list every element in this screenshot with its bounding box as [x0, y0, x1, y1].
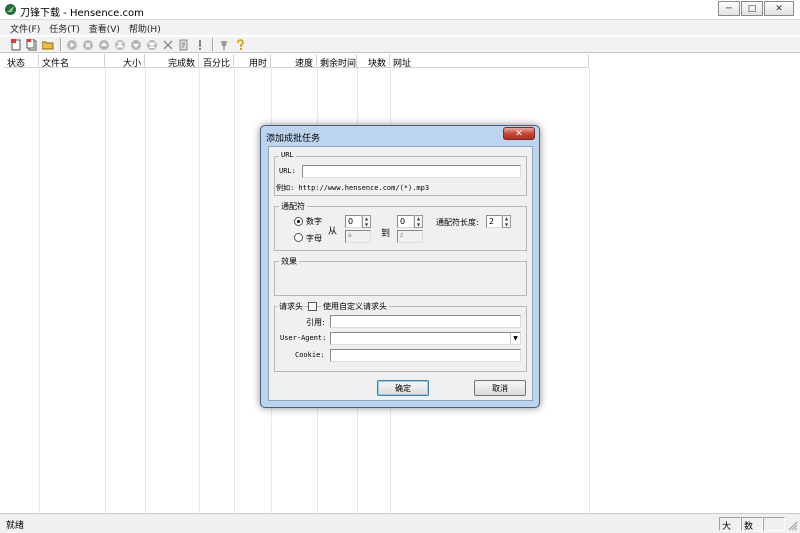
- wildcard-length-spinner[interactable]: ▲ ▼: [502, 215, 511, 228]
- status-bar: 就绪 大写 数字: [0, 513, 800, 533]
- column-speed[interactable]: 速度: [271, 54, 317, 68]
- move-bottom-icon[interactable]: [145, 38, 159, 52]
- menu-task[interactable]: 任务(T): [45, 20, 85, 35]
- url-group: URL URL: 例如: http://www.hensence.com/(*)…: [274, 151, 527, 196]
- menu-file[interactable]: 文件(F): [6, 20, 45, 35]
- help-icon[interactable]: [233, 38, 247, 52]
- to-digit-spinner[interactable]: ▲ ▼: [414, 215, 423, 228]
- wildcard-group: 通配符 数字 字母 从 0 ▲ ▼ a 到 0 ▲ ▼ z 通配符长度: 2 ▲ ▼: [274, 201, 527, 251]
- caps-indicator: 大写: [719, 517, 741, 532]
- status-text: 就绪: [6, 521, 25, 531]
- menu-view[interactable]: 查看(V): [85, 20, 125, 35]
- start-icon[interactable]: [65, 38, 79, 52]
- ok-button[interactable]: 确定: [377, 380, 429, 396]
- column-filename[interactable]: 文件名: [39, 54, 105, 68]
- cookie-label: Cookie:: [295, 351, 325, 359]
- cancel-button[interactable]: 取消: [474, 380, 526, 396]
- properties-icon[interactable]: [177, 38, 191, 52]
- from-digit-input[interactable]: 0: [345, 215, 362, 228]
- app-logo-icon: [5, 4, 16, 15]
- new-task-icon[interactable]: [9, 38, 23, 52]
- column-status[interactable]: 状态: [4, 54, 39, 68]
- resize-grip-icon[interactable]: [788, 521, 798, 531]
- add-batch-task-dialog: 添加成批任务 ✕ URL URL: 例如: http://www.hensenc…: [260, 125, 540, 408]
- custom-header-label: 使用自定义请求头: [321, 301, 389, 312]
- menu-help[interactable]: 帮助(H): [125, 20, 166, 35]
- radio-digit-label: 数字: [306, 217, 322, 226]
- referer-input[interactable]: [330, 315, 521, 328]
- title-bar: 刀锋下载 - Hensence.com ─ □ ✕: [0, 0, 800, 20]
- from-letter-input[interactable]: a: [345, 230, 371, 243]
- delete-icon[interactable]: [161, 38, 175, 52]
- open-folder-icon[interactable]: [41, 38, 55, 52]
- url-group-title: URL: [279, 151, 296, 159]
- effect-group: 效果: [274, 256, 527, 296]
- cookie-input[interactable]: [330, 349, 521, 362]
- pin-icon[interactable]: [217, 38, 231, 52]
- menu-bar: 文件(F) 任务(T) 查看(V) 帮助(H): [0, 20, 800, 35]
- toolbar-separator: [212, 38, 214, 51]
- effect-group-title: 效果: [279, 256, 299, 267]
- close-button[interactable]: ✕: [764, 1, 794, 16]
- task-list-header: 状态 文件名 大小 完成数 百分比 用时 速度 剩余时间 块数 网址: [4, 54, 589, 68]
- user-agent-select[interactable]: ▼: [330, 332, 521, 345]
- scroll-indicator: [763, 517, 785, 531]
- column-completed[interactable]: 完成数: [145, 54, 199, 68]
- wildcard-group-title: 通配符: [279, 201, 307, 212]
- referer-label: 引用:: [306, 318, 325, 327]
- window-title: 刀锋下载 - Hensence.com: [20, 8, 144, 19]
- column-size[interactable]: 大小: [105, 54, 145, 68]
- wildcard-length-input[interactable]: 2: [486, 215, 502, 228]
- toolbar: [0, 36, 800, 53]
- radio-digit[interactable]: [294, 217, 303, 226]
- column-elapsed[interactable]: 用时: [234, 54, 271, 68]
- maximize-button[interactable]: □: [741, 1, 763, 16]
- to-letter-input[interactable]: z: [397, 230, 423, 243]
- custom-header-checkbox[interactable]: [308, 302, 317, 311]
- from-label: 从: [328, 227, 338, 237]
- column-blocks[interactable]: 块数: [357, 54, 390, 68]
- radio-letter-label: 字母: [306, 234, 322, 243]
- column-url[interactable]: 网址: [390, 54, 589, 68]
- radio-letter[interactable]: [294, 233, 303, 242]
- info-icon[interactable]: [193, 38, 207, 52]
- to-digit-input[interactable]: 0: [397, 215, 414, 228]
- move-up-icon[interactable]: [97, 38, 111, 52]
- to-label: 到: [381, 229, 391, 239]
- toolbar-separator: [60, 38, 62, 51]
- from-digit-spinner[interactable]: ▲ ▼: [362, 215, 371, 228]
- user-agent-label: User-Agent:: [280, 334, 327, 342]
- minimize-button[interactable]: ─: [718, 1, 740, 16]
- url-input[interactable]: [302, 165, 521, 178]
- dialog-title: 添加成批任务: [266, 134, 321, 144]
- num-indicator: 数字: [741, 517, 763, 532]
- wildcard-length-label: 通配符长度:: [436, 218, 479, 227]
- batch-task-icon[interactable]: [25, 38, 39, 52]
- move-top-icon[interactable]: [113, 38, 127, 52]
- url-example: 例如: http://www.hensence.com/(*).mp3: [276, 184, 430, 192]
- dialog-body: URL URL: 例如: http://www.hensence.com/(*)…: [268, 146, 533, 401]
- column-remaining[interactable]: 剩余时间: [317, 54, 357, 68]
- request-header-group: 请求头 使用自定义请求头 引用: User-Agent: ▼ Cookie:: [274, 301, 527, 372]
- request-header-group-title: 请求头: [277, 301, 305, 312]
- column-percent[interactable]: 百分比: [199, 54, 234, 68]
- dialog-close-button[interactable]: ✕: [503, 127, 535, 140]
- move-down-icon[interactable]: [129, 38, 143, 52]
- stop-icon[interactable]: [81, 38, 95, 52]
- url-label: URL:: [279, 167, 296, 175]
- chevron-down-icon[interactable]: ▼: [510, 333, 520, 344]
